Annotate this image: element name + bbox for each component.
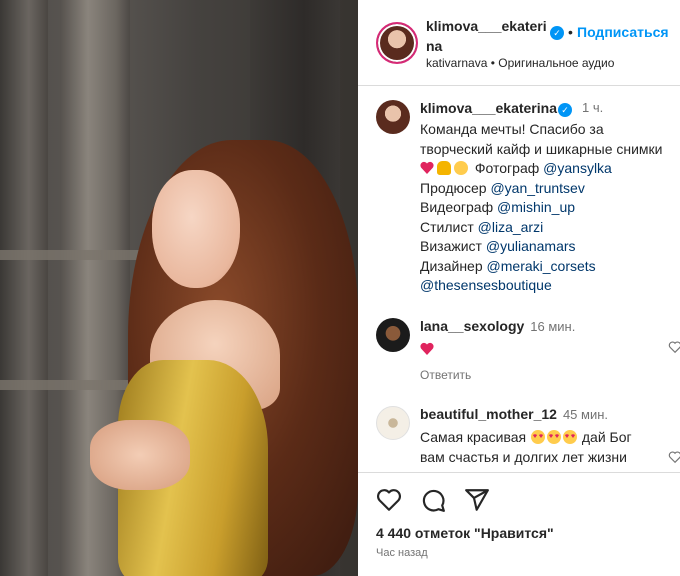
caption-label: Стилист <box>420 218 474 235</box>
mention-link[interactable]: @meraki_corsets <box>487 258 596 274</box>
comment-time: 45 мин. <box>562 407 608 422</box>
comment-text: Самая красивая дай Бог вам счастья и дол… <box>420 428 632 467</box>
comments-panel[interactable]: klimova___ekaterina ✓ 1 ч. Команда мечты… <box>358 86 680 472</box>
heart-outline-icon[interactable] <box>668 340 680 354</box>
author-username-line2[interactable]: na <box>426 38 442 54</box>
mention-link[interactable]: @liza_arzi <box>478 219 544 235</box>
photo-pillar <box>0 0 48 576</box>
caption-line: Команда мечты! Спасибо за <box>420 121 604 137</box>
reply-button[interactable]: Ответить <box>420 368 471 382</box>
likes-count[interactable]: 4 440 отметок "Нравится" <box>376 525 554 541</box>
caption-line: Стилист @liza_arzi <box>420 218 680 238</box>
photo-face <box>152 170 240 288</box>
author-avatar[interactable] <box>376 22 418 64</box>
comment-time: 16 мин. <box>530 319 576 334</box>
comment-text <box>420 340 437 360</box>
caption-line: Фотограф @yansylka <box>420 159 680 179</box>
caption-label: Дизайнер <box>420 257 483 274</box>
follow-button[interactable]: Подписаться <box>577 24 669 40</box>
mention-link[interactable]: @mishin_up <box>497 199 575 215</box>
comment-text-part: Самая красивая <box>420 429 527 445</box>
verified-badge-icon: ✓ <box>558 103 572 117</box>
share-icon[interactable] <box>464 487 490 513</box>
post-actions: 4 440 отметок "Нравится" Час назад <box>358 472 680 576</box>
comment-text-part: вам счастья и долгих лет жизни <box>420 448 627 465</box>
heart-eyes-emoji-icon <box>531 430 545 444</box>
heart-eyes-emoji-icon <box>547 430 561 444</box>
comment-icon[interactable] <box>420 487 446 513</box>
caption-line: Продюсер @yan_truntsev <box>420 179 680 199</box>
caption-label: Фотограф <box>474 160 540 176</box>
mention-link[interactable]: @yulianamars <box>486 238 576 254</box>
heart-outline-icon[interactable] <box>668 450 680 464</box>
commenter-name[interactable]: beautiful_mother_12 <box>420 406 557 422</box>
caption-text: Команда мечты! Спасибо за творческий кай… <box>420 120 680 296</box>
commenter-username[interactable]: lana__sexology 16 мин. <box>420 318 575 334</box>
header-separator: • <box>568 24 573 40</box>
author-username[interactable]: klimova___ekateri na <box>426 16 547 56</box>
mention-link[interactable]: @thesensesboutique <box>420 277 552 293</box>
caption-line: Дизайнер @meraki_corsets <box>420 257 680 277</box>
photo-arm <box>90 420 190 490</box>
heart-eyes-emoji-icon <box>563 430 577 444</box>
post-time: Час назад <box>376 547 428 559</box>
heart-icon[interactable] <box>376 487 402 513</box>
caption-line: Видеограф @mishin_up <box>420 198 680 218</box>
audio-subtitle[interactable]: kativarnava • Оригинальное аудио <box>426 56 614 70</box>
caption-line: @thesensesboutique <box>420 276 680 296</box>
caption-username[interactable]: klimova___ekaterina <box>420 100 557 116</box>
commenter-avatar[interactable] <box>376 406 410 440</box>
mention-link[interactable]: @yansylka <box>543 160 612 176</box>
caption-label: Продюсер <box>420 179 487 196</box>
caption-line: Визажист @yulianamars <box>420 237 680 257</box>
comment-text-part: дай Бог <box>581 429 632 445</box>
commenter-avatar[interactable] <box>376 318 410 352</box>
heart-emoji-icon <box>420 342 434 356</box>
praying-emoji-icon <box>437 161 451 175</box>
commenter-username[interactable]: beautiful_mother_12 45 мин. <box>420 406 608 422</box>
post-header: klimova___ekateri na ✓ • Подписаться kat… <box>358 0 680 86</box>
post-photo[interactable] <box>0 0 358 576</box>
commenter-name[interactable]: lana__sexology <box>420 318 524 334</box>
caption-label: Видеограф <box>420 199 494 215</box>
caption-time: 1 ч. <box>582 100 604 115</box>
winking-emoji-icon <box>454 161 468 175</box>
author-username-line1[interactable]: klimova___ekateri <box>426 18 547 34</box>
caption-label: Визажист <box>420 238 482 254</box>
mention-link[interactable]: @yan_truntsev <box>490 180 584 196</box>
caption-line: творческий кайф и шикарные снимки <box>420 140 663 157</box>
caption-avatar[interactable] <box>376 100 410 134</box>
verified-badge-icon: ✓ <box>550 26 564 40</box>
heart-emoji-icon <box>420 161 434 175</box>
